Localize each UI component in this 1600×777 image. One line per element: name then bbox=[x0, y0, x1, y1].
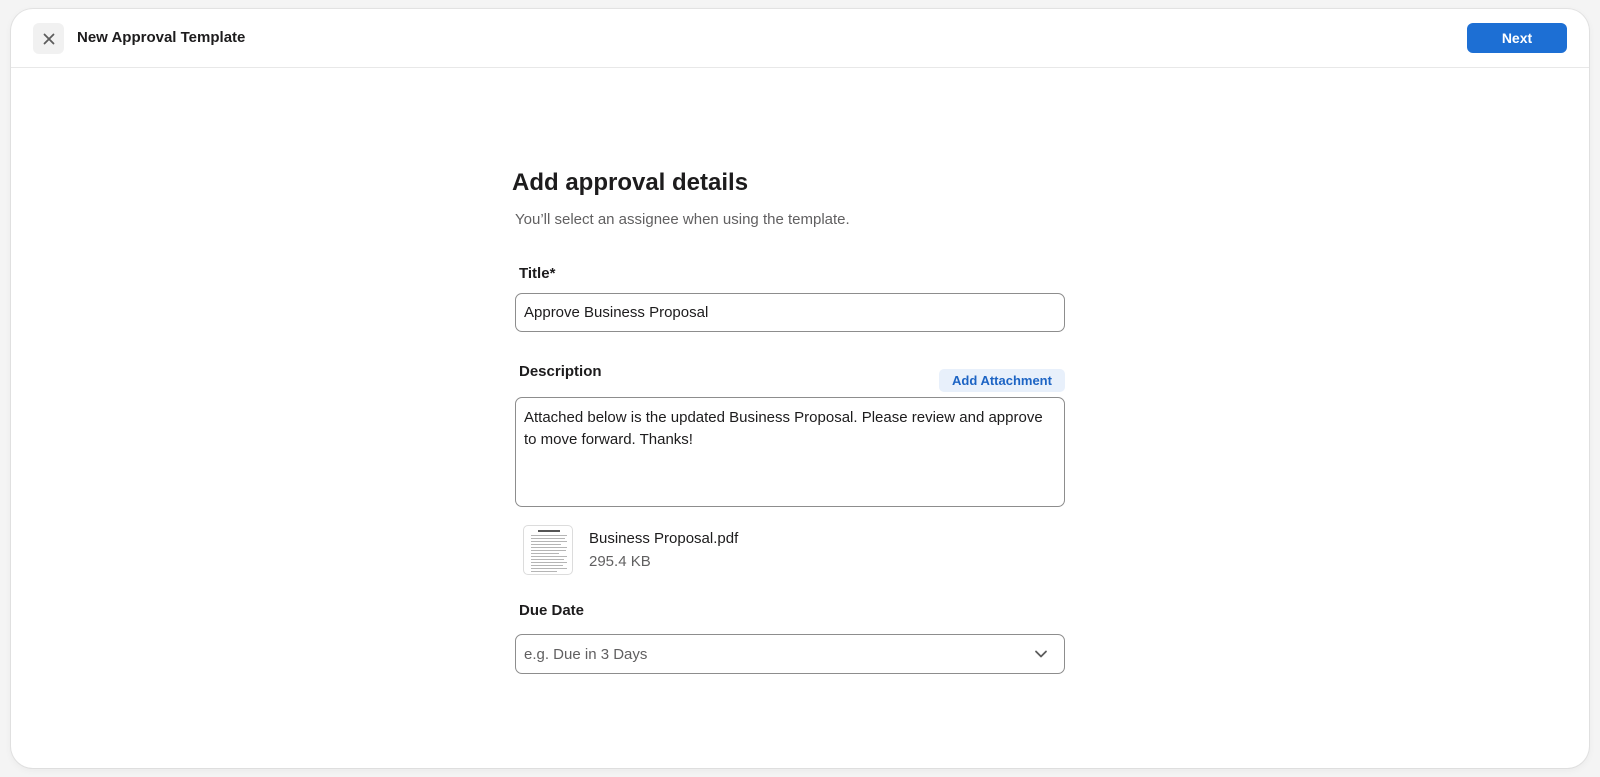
next-button[interactable]: Next bbox=[1467, 23, 1567, 53]
attachment-file-name: Business Proposal.pdf bbox=[589, 530, 739, 547]
page-title: Add approval details bbox=[512, 169, 749, 196]
chevron-down-icon bbox=[1035, 650, 1047, 658]
description-textarea[interactable]: Attached below is the updated Business P… bbox=[515, 397, 1065, 507]
title-input[interactable] bbox=[515, 293, 1065, 332]
due-date-placeholder: e.g. Due in 3 Days bbox=[524, 646, 648, 663]
pdf-page-preview-icon bbox=[531, 530, 567, 572]
add-attachment-button[interactable]: Add Attachment bbox=[939, 369, 1065, 392]
close-icon bbox=[43, 33, 54, 44]
pdf-document-thumbnail bbox=[523, 525, 573, 575]
modal-header: New Approval Template Next bbox=[11, 9, 1589, 68]
modal-window: New Approval Template Next Add approval … bbox=[11, 9, 1589, 768]
modal-title: New Approval Template bbox=[77, 29, 246, 46]
attachment-item[interactable]: Business Proposal.pdf 295.4 KB bbox=[523, 525, 823, 577]
close-button[interactable] bbox=[33, 23, 64, 54]
due-date-select[interactable]: e.g. Due in 3 Days bbox=[515, 634, 1065, 674]
title-label: Title* bbox=[519, 265, 556, 282]
page-subtitle: You’ll select an assignee when using the… bbox=[515, 211, 850, 228]
due-date-label: Due Date bbox=[519, 602, 585, 619]
description-label: Description bbox=[519, 363, 602, 380]
attachment-file-size: 295.4 KB bbox=[589, 553, 651, 570]
